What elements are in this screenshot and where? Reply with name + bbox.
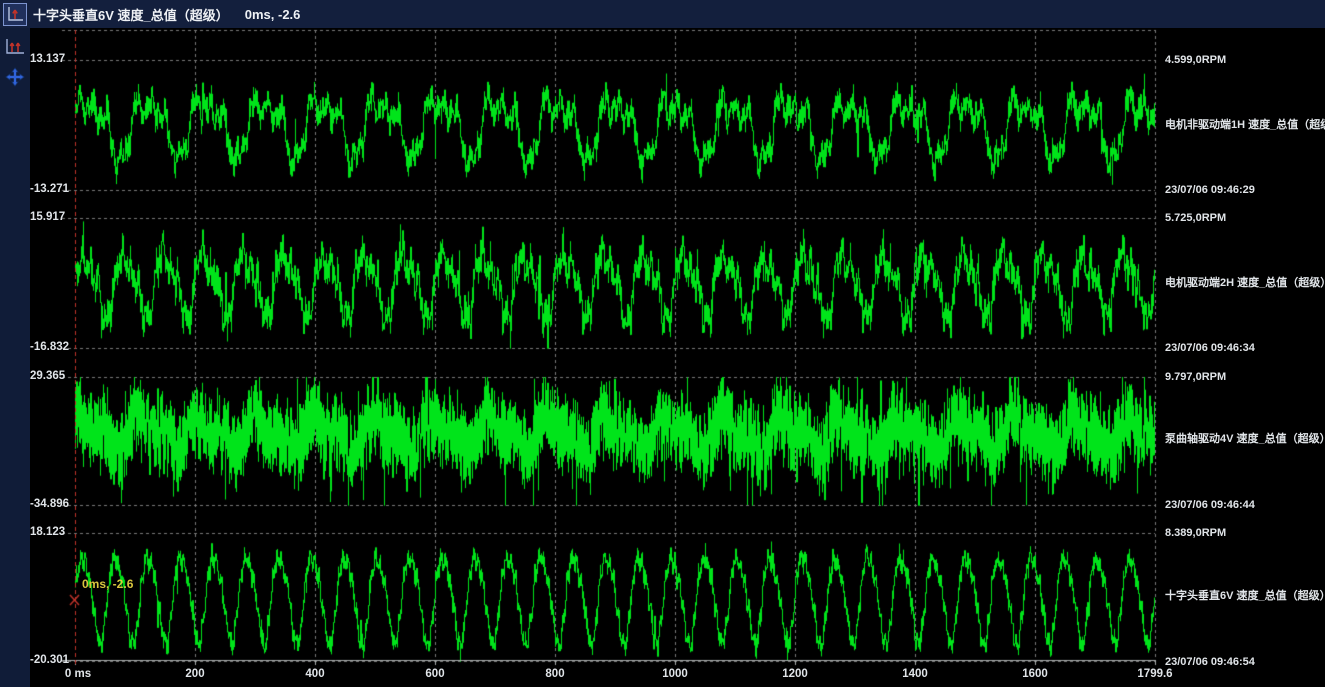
x-tick-label: 200 [185, 667, 204, 681]
channel-name-label: 十字头垂直6V 速度_总值（超级） [1165, 589, 1325, 603]
channel-name-label: 泵曲轴驱动4V 速度_总值（超级） [1165, 432, 1325, 446]
y-min-label: -34.896 [30, 497, 60, 511]
x-tick-label: 1000 [662, 667, 688, 681]
y-min-label: -13.271 [30, 182, 60, 196]
single-cursor-icon [6, 6, 24, 23]
pan-tool-button[interactable] [3, 66, 27, 88]
rpm-label: 5.725,0RPM [1165, 211, 1226, 225]
rpm-label: 4.599,0RPM [1165, 53, 1226, 67]
pan-icon [5, 67, 25, 87]
channel-name-label: 电机非驱动端1H 速度_总值（超级） [1165, 118, 1325, 132]
x-tick-label: 0 ms [65, 667, 91, 681]
timestamp-label: 23/07/06 09:46:44 [1165, 498, 1255, 512]
window-title: 十字头垂直6V 速度_总值（超级） [33, 5, 229, 24]
rpm-label: 9.797,0RPM [1165, 370, 1226, 384]
x-tick-label: 600 [425, 667, 444, 681]
x-tick-label: 1400 [902, 667, 928, 681]
y-max-label: 15.917 [30, 210, 60, 224]
multi-cursor-tool-button[interactable] [3, 36, 27, 58]
y-min-label: -16.832 [30, 340, 60, 354]
rpm-label: 8.389,0RPM [1165, 526, 1226, 540]
x-tick-label: 1600 [1022, 667, 1048, 681]
channel-name-label: 电机驱动端2H 速度_总值（超级） [1165, 276, 1325, 290]
vibration-analysis-window: 十字头垂直6V 速度_总值（超级） 0ms, -2.6 13.137 -13.2… [0, 0, 1325, 687]
y-max-label: 13.137 [30, 52, 60, 66]
waveform-canvas[interactable] [30, 28, 1325, 687]
title-cursor-readout: 0ms, -2.6 [245, 7, 301, 22]
x-tick-label: 800 [545, 667, 564, 681]
cursor-annotation: 0ms, -2.6 [82, 577, 133, 591]
x-tick-label: 1200 [782, 667, 808, 681]
title-bar: 十字头垂直6V 速度_总值（超级） 0ms, -2.6 [0, 0, 1325, 28]
y-min-label: -20.301 [30, 653, 60, 667]
timestamp-label: 23/07/06 09:46:29 [1165, 183, 1255, 197]
x-tick-label: 1799.6 [1137, 667, 1172, 681]
timestamp-label: 23/07/06 09:46:54 [1165, 655, 1255, 669]
single-cursor-tool-button[interactable] [3, 3, 27, 26]
waveform-plot-area: 13.137 -13.271 4.599,0RPM 电机非驱动端1H 速度_总值… [30, 28, 1325, 687]
timestamp-label: 23/07/06 09:46:34 [1165, 341, 1255, 355]
y-max-label: 29.365 [30, 369, 60, 383]
x-tick-label: 400 [305, 667, 324, 681]
toolbar-sidebar [0, 28, 30, 687]
y-max-label: 18.123 [30, 525, 60, 539]
multi-cursor-icon [5, 38, 25, 56]
